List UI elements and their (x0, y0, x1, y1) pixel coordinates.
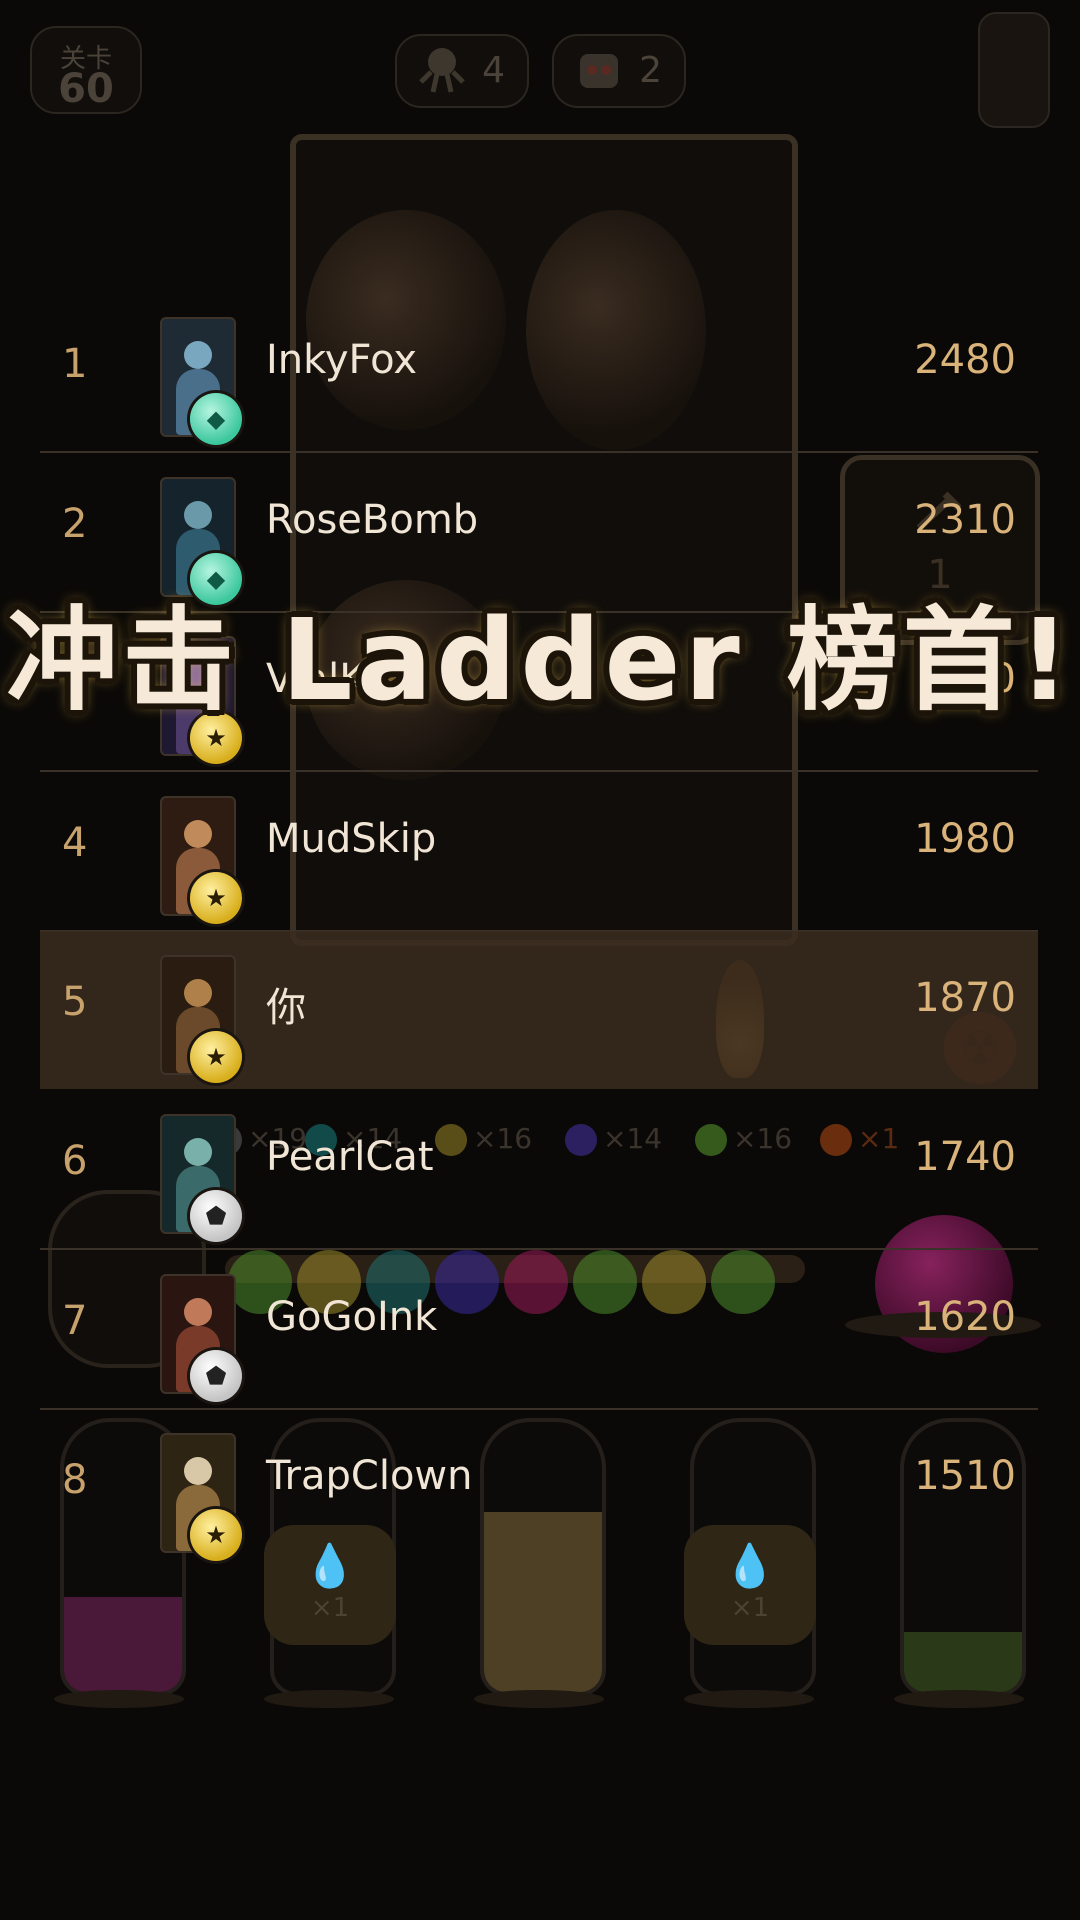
drop-count: ×1 (310, 1593, 350, 1623)
level-indicator: 关卡 60 (30, 26, 142, 114)
player-name: GoGoInk (266, 1294, 438, 1340)
rank-number: 6 (62, 1138, 88, 1184)
rank-number: 4 (62, 820, 88, 866)
player-score: 1980 (914, 816, 1016, 862)
robot-counter[interactable]: 2 (552, 34, 686, 108)
rank-number: 7 (62, 1298, 88, 1344)
player-score: 1620 (914, 1294, 1016, 1340)
rank-number: 1 (62, 341, 88, 387)
player-name: PearlCat (266, 1134, 434, 1180)
robot-icon (580, 54, 618, 88)
player-score: 1510 (914, 1453, 1016, 1499)
rank-number: 5 (62, 979, 88, 1025)
leaderboard-row: 4 ★ MudSkip 1980 (40, 772, 1038, 932)
player-score: 2310 (914, 497, 1016, 543)
rank-number: 8 (62, 1457, 88, 1503)
shield-badge-icon: ⬟ (190, 1350, 242, 1402)
card-thumbnail-button[interactable] (978, 12, 1050, 128)
level-number: 60 (58, 66, 114, 112)
star-badge-icon: ★ (190, 872, 242, 924)
leaderboard-row: 8 ★ TrapClown 1510 (40, 1409, 1038, 1567)
star-badge-icon: ★ (190, 1031, 242, 1083)
player-score: 1870 (914, 975, 1016, 1021)
player-name: 你 (266, 985, 306, 1031)
robot-count: 2 (639, 50, 662, 91)
player-name: MudSkip (266, 816, 437, 862)
player-name: RoseBomb (266, 497, 479, 543)
player-name: TrapClown (266, 1453, 473, 1499)
leaderboard-row-current-player: 5 ★ 你 1870 (40, 931, 1038, 1089)
rank-number: 2 (62, 501, 88, 547)
octopus-count: 4 (482, 50, 505, 91)
player-name: InkyFox (266, 337, 418, 383)
drop-count: ×1 (730, 1593, 770, 1623)
leaderboard-row: 1 ◆ InkyFox 2480 (40, 293, 1038, 453)
octopus-icon (419, 48, 465, 93)
player-score: 2480 (914, 337, 1016, 383)
player-score: 1740 (914, 1134, 1016, 1180)
shield-badge-icon: ⬟ (190, 1190, 242, 1242)
leaderboard-row: 6 ⬟ PearlCat 1740 (40, 1090, 1038, 1250)
octopus-counter[interactable]: 4 (395, 34, 529, 108)
leaderboard-row: 7 ⬟ GoGoInk 1620 (40, 1250, 1038, 1410)
star-badge-icon: ★ (190, 1509, 242, 1561)
diamond-badge-icon: ◆ (190, 393, 242, 445)
headline-banner: 冲击 Ladder 榜首! (6, 596, 1074, 726)
